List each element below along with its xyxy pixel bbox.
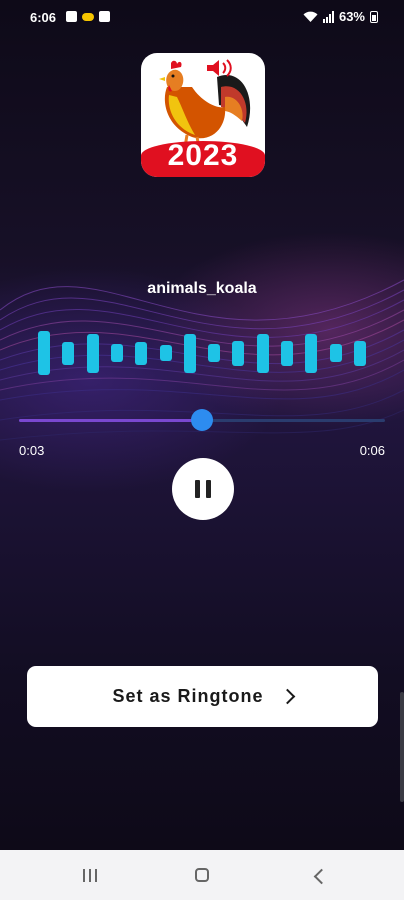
app-icon: 2023 — [141, 53, 265, 177]
waveform-bar — [257, 334, 269, 373]
icon-year-text: 2023 — [167, 139, 239, 172]
waveform-bar — [160, 345, 172, 361]
waveform — [38, 330, 372, 376]
waveform-bar — [111, 344, 123, 362]
chevron-right-icon — [279, 688, 295, 705]
pause-button[interactable] — [172, 458, 234, 520]
back-icon[interactable] — [313, 868, 330, 885]
wifi-icon — [303, 11, 318, 22]
battery-icon — [370, 10, 378, 23]
waveform-bar — [184, 334, 196, 373]
set-ringtone-button[interactable]: Set as Ringtone — [27, 666, 378, 727]
scrollbar[interactable] — [400, 692, 404, 802]
notification-icon — [66, 11, 77, 22]
waveform-bar — [354, 341, 366, 366]
battery-percent: 63% — [338, 9, 365, 24]
waveform-bar — [38, 331, 50, 375]
waveform-bar — [135, 342, 147, 365]
sound-title: animals_koala — [147, 280, 257, 297]
waveform-bar — [305, 334, 317, 373]
waveform-bar — [281, 341, 293, 366]
notification-icon — [99, 11, 110, 22]
signal-icon — [322, 10, 334, 23]
waveform-bar — [232, 341, 244, 366]
pause-icon — [206, 480, 211, 498]
waveform-bar — [208, 344, 220, 362]
current-time: 0:03 — [19, 443, 45, 458]
waveform-bar — [87, 334, 99, 373]
recents-icon[interactable] — [83, 869, 97, 882]
status-time: 6:06 — [30, 10, 57, 25]
system-icons: 63% — [303, 9, 378, 24]
set-ringtone-label: Set as Ringtone — [112, 686, 264, 706]
notification-icons — [66, 11, 110, 22]
total-time: 0:06 — [359, 443, 385, 458]
rooster-icon — [159, 59, 251, 147]
link-icon — [82, 13, 94, 21]
status-bar: 6:06 63% — [0, 0, 404, 34]
seek-bar[interactable] — [19, 409, 385, 431]
pause-icon — [195, 480, 200, 498]
waveform-bar — [330, 344, 342, 362]
navigation-bar — [0, 850, 404, 900]
waveform-bar — [62, 342, 74, 365]
seek-progress — [19, 419, 202, 422]
home-icon[interactable] — [195, 868, 209, 882]
seek-thumb[interactable] — [191, 409, 213, 431]
